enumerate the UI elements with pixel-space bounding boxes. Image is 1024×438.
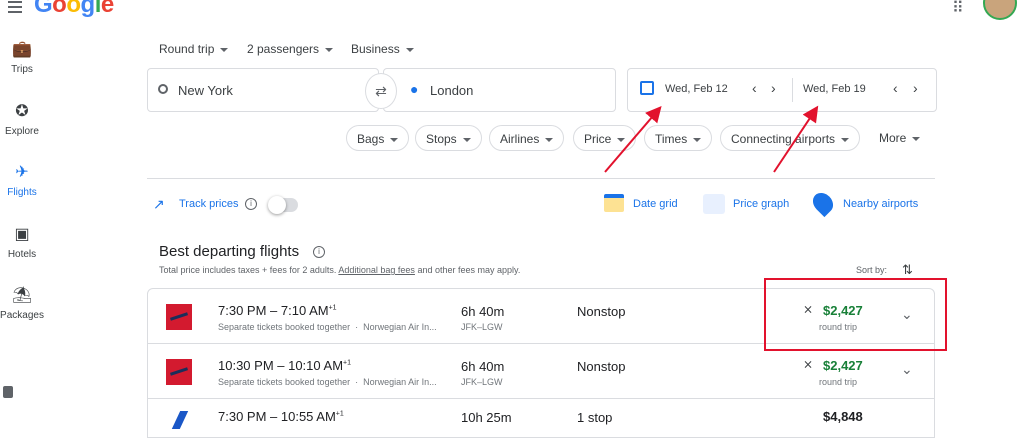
annotation-highlight-box [764,278,947,351]
annotation-arrow-depart [604,105,662,173]
annotation-arrows [604,105,819,173]
annotation-arrow-return [773,105,819,173]
